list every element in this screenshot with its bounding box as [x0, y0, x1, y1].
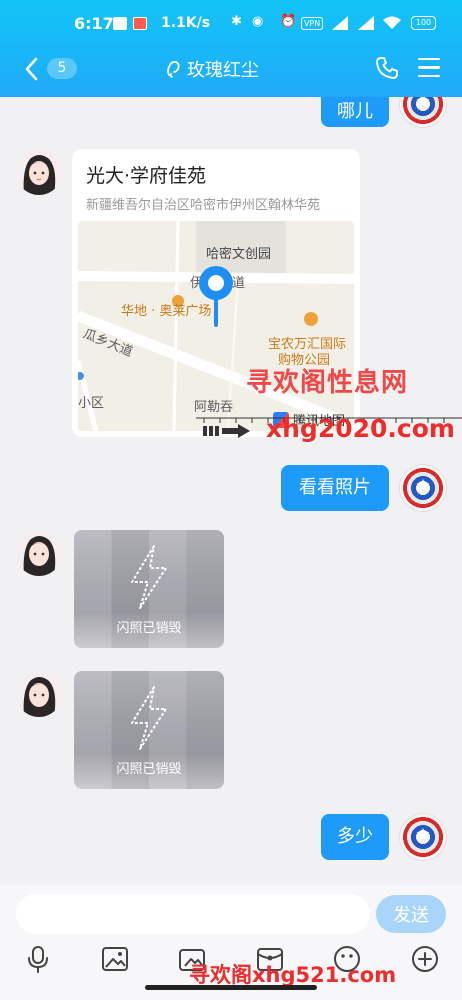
my-avatar[interactable] [400, 97, 446, 127]
my-message-bubble[interactable]: 看看照片 [281, 465, 389, 511]
back-arrow-icon[interactable] [22, 55, 42, 83]
status-bar: 6:17 1.1K/s ✱ ◉ ⏰ VPN 100 [0, 0, 462, 48]
location-pin-icon [199, 266, 233, 327]
top-bar: 6:17 1.1K/s ✱ ◉ ⏰ VPN 100 5 玫瑰红尘 [0, 0, 462, 97]
contact-avatar-image [16, 671, 62, 717]
my-message-bubble[interactable]: 多少 [321, 814, 389, 860]
notification-icon [113, 17, 127, 30]
map-label-district: 小区 [78, 396, 105, 411]
status-time: 6:17 [74, 14, 114, 33]
watermark-middle: xhg2020.com [266, 414, 455, 443]
chat-title[interactable]: 玫瑰红尘 [165, 56, 259, 82]
send-button[interactable]: 发送 [376, 895, 446, 933]
message-input[interactable] [16, 894, 370, 934]
location-map[interactable]: 哈密文创园 伊 道 华地 · 奥莱广场 瓜乡大道 宝农万汇国际 购物公园 小区 … [78, 221, 354, 431]
battery-indicator: 100 [411, 16, 436, 30]
my-avatar[interactable] [400, 465, 446, 511]
alarm-icon: ⏰ [280, 14, 297, 29]
signal-icon-2 [358, 16, 374, 30]
microphone-icon[interactable] [24, 945, 52, 973]
map-label-area: 阿勒吞 [194, 400, 234, 415]
ear-icon [167, 60, 180, 78]
app-notification-icon [133, 17, 147, 30]
message-text: 哪儿 [337, 101, 373, 122]
map-label-park: 哈密文创园 [206, 247, 272, 262]
flash-photo-message[interactable]: 闪照已销毁 [74, 530, 224, 648]
message-text: 看看照片 [299, 477, 371, 498]
contact-avatar[interactable] [16, 671, 62, 717]
bluetooth-icon: ✱ [231, 14, 242, 29]
location-name: 光大·学府佳苑 [86, 165, 207, 187]
signal-icon [332, 16, 348, 30]
wifi-icon [383, 16, 401, 29]
flash-caption: 闪照已销毁 [116, 762, 182, 777]
my-message-bubble[interactable]: 哪儿 [321, 97, 389, 127]
home-indicator[interactable] [145, 985, 317, 990]
flash-bolt-icon [131, 545, 167, 609]
flash-bolt-icon [131, 686, 167, 750]
location-address: 新疆维吾尔自治区哈密市伊州区翰林华苑 [86, 198, 321, 213]
contact-name: 玫瑰红尘 [187, 60, 259, 81]
network-speed: 1.1K/s [161, 15, 211, 31]
message-list[interactable]: 哪儿 光大·学府佳苑 新疆维吾尔自治区哈密市伊州区翰林华苑 [0, 97, 462, 885]
flash-photo-message[interactable]: 闪照已销毁 [74, 671, 224, 789]
watermark-top: 寻欢阁性息网 [246, 368, 409, 398]
contact-avatar[interactable] [16, 149, 62, 195]
hotspot-icon: ◉ [252, 14, 264, 29]
contact-avatar[interactable] [16, 530, 62, 576]
message-text: 多少 [337, 826, 373, 847]
contact-avatar-image [16, 149, 62, 195]
flash-caption: 闪照已销毁 [116, 621, 182, 636]
plus-icon[interactable] [411, 945, 439, 973]
phone-icon[interactable] [375, 56, 399, 80]
menu-icon[interactable] [418, 58, 440, 78]
unread-count-badge[interactable]: 5 [47, 58, 77, 79]
contact-avatar-image [16, 530, 62, 576]
my-avatar[interactable] [400, 814, 446, 860]
image-icon[interactable] [101, 945, 129, 973]
chat-header: 5 玫瑰红尘 [0, 48, 462, 97]
vpn-badge: VPN [301, 17, 324, 30]
